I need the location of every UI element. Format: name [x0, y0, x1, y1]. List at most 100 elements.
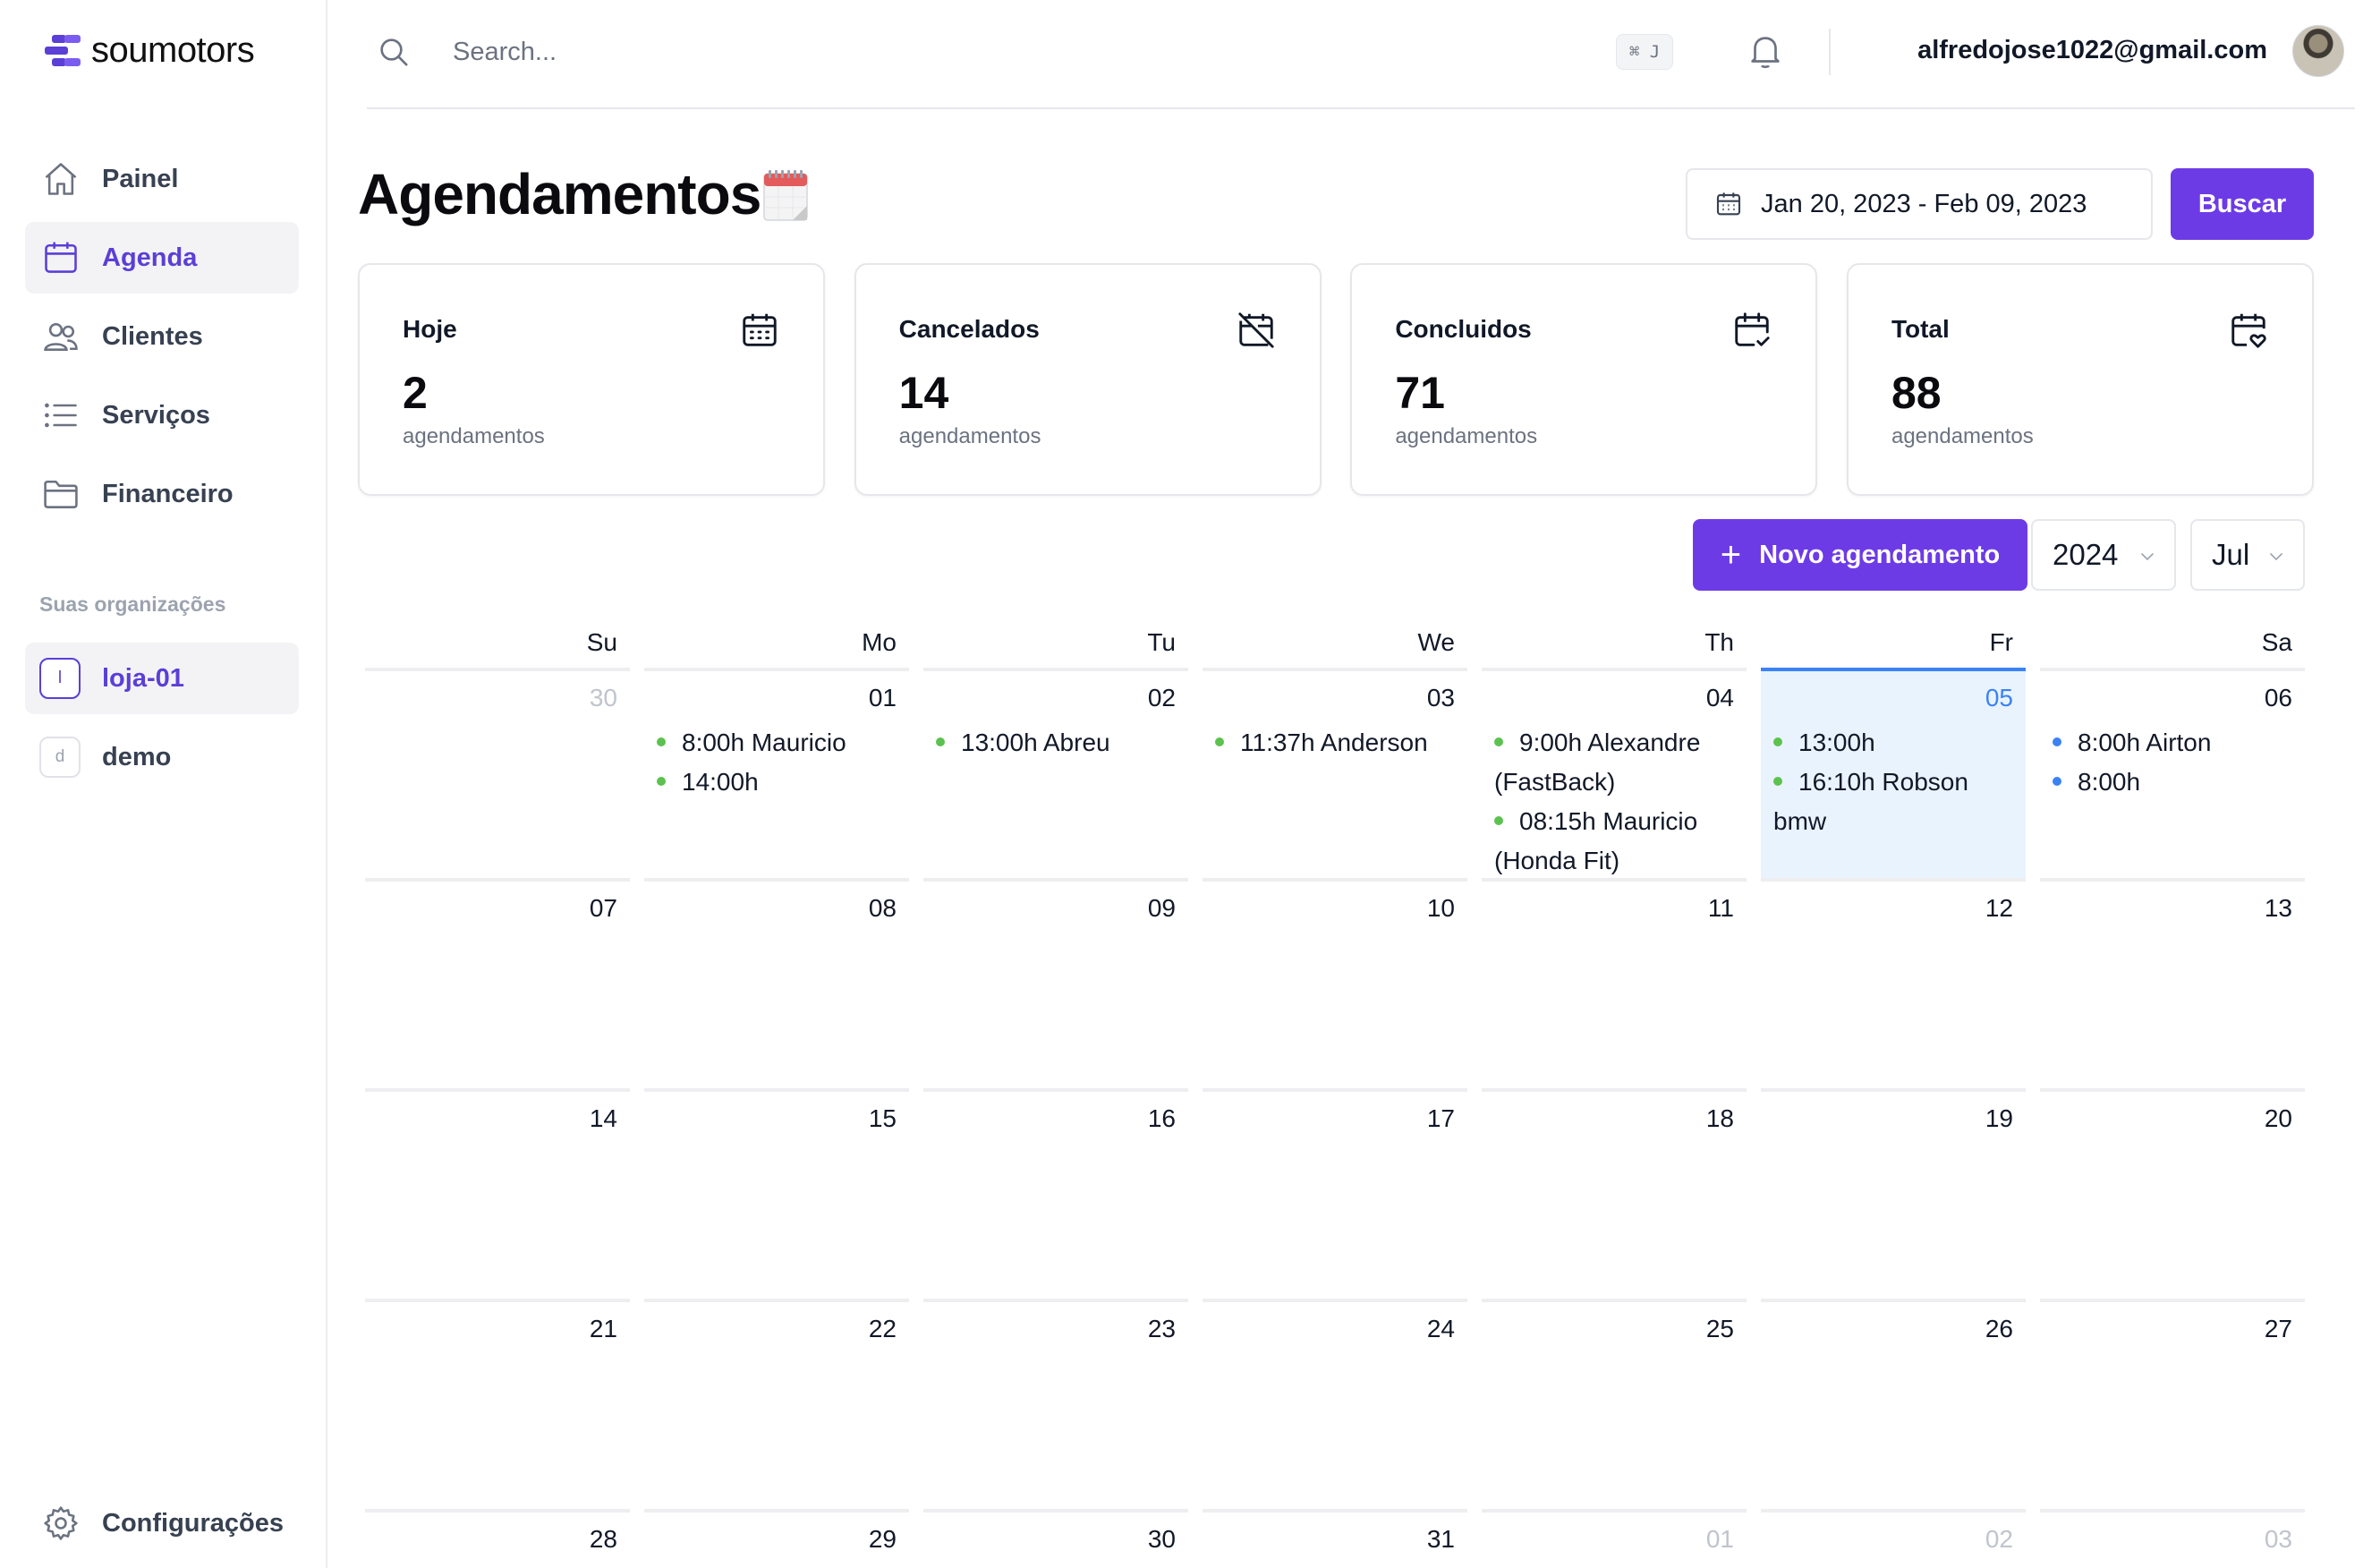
search-button[interactable]: Buscar [2171, 168, 2314, 240]
org-badge: d [39, 737, 81, 778]
calendar-day-cell[interactable]: 02 [1761, 1509, 2026, 1568]
calendar-day-cell[interactable]: 08 [644, 878, 909, 1088]
appointment-event[interactable]: 8:00h Airton [2053, 723, 2292, 763]
calendar-day-cell[interactable]: 07 [365, 878, 630, 1088]
sidebar-item-painel[interactable]: Painel [25, 143, 299, 215]
calendar-check-icon [1731, 310, 1772, 355]
status-dot-icon [657, 776, 666, 786]
status-dot-icon [2053, 737, 2061, 746]
sidebar-item-clientes[interactable]: Clientes [25, 301, 299, 372]
sidebar-item-servicos[interactable]: Serviços [25, 379, 299, 451]
appointment-event[interactable]: 16:10h Robson bmw [1773, 763, 2013, 841]
calendar-emoji-icon [762, 168, 809, 222]
calendar-day-cell[interactable]: 18 [1482, 1088, 1747, 1299]
day-number: 31 [1426, 1525, 1455, 1553]
home-icon [41, 159, 81, 199]
calendar-icon [41, 238, 81, 277]
day-number: 23 [1147, 1315, 1176, 1342]
appointment-text: 16:10h Robson bmw [1773, 768, 1968, 835]
brand-name: soumotors [91, 30, 255, 70]
calendar-day-cell[interactable]: 11 [1482, 878, 1747, 1088]
calendar-day-cell[interactable]: 21 [365, 1299, 630, 1509]
org-label: demo [102, 742, 172, 771]
calendar-day-cell[interactable]: 03 [2040, 1509, 2305, 1568]
calendar-day-cell[interactable]: 27 [2040, 1299, 2305, 1509]
page-title: Agendamentos [358, 162, 761, 226]
status-dot-icon [1773, 776, 1782, 786]
appointment-event[interactable]: 13:00h [1773, 723, 2013, 763]
day-number: 11 [1707, 894, 1734, 922]
avatar[interactable] [2292, 25, 2344, 77]
sidebar-item-label: Clientes [102, 321, 203, 351]
calendar-day-cell[interactable]: 10 [1203, 878, 1467, 1088]
plus-icon: + [1720, 535, 1742, 575]
day-number: 16 [1147, 1104, 1176, 1132]
calendar-day-cell[interactable]: 12 [1761, 878, 2026, 1088]
appointment-event[interactable]: 14:00h [657, 763, 897, 802]
appointment-event[interactable]: 9:00h Alexandre (FastBack) [1494, 723, 1734, 802]
calendar-day-cell[interactable]: 05 13:00h 16:10h Robson bmw [1761, 668, 2026, 878]
appointment-event[interactable]: 08:15h Mauricio (Honda Fit) [1494, 802, 1734, 881]
calendar-day-cell[interactable]: 29 [644, 1509, 909, 1568]
calendar-day-cell[interactable]: 04 9:00h Alexandre (FastBack) 08:15h Mauri… [1482, 668, 1747, 878]
search-input[interactable] [453, 27, 1079, 77]
calendar-day-cell[interactable]: 30 [923, 1509, 1188, 1568]
calendar-day-cell[interactable]: 01 [1482, 1509, 1747, 1568]
calendar-day-cell[interactable]: 23 [923, 1299, 1188, 1509]
calendar-day-cell[interactable]: 30 [365, 668, 630, 878]
sidebar-item-agenda[interactable]: Agenda [25, 222, 299, 294]
day-number: 05 [1985, 684, 2013, 712]
calendar-day-cell[interactable]: 06 8:00h Airton 8:00h [2040, 668, 2305, 878]
day-number: 30 [589, 684, 617, 712]
calendar-day-cell[interactable]: 03 11:37h Anderson [1203, 668, 1467, 878]
calendar-day-cell[interactable]: 14 [365, 1088, 630, 1299]
appointment-text: 08:15h Mauricio (Honda Fit) [1494, 807, 1698, 874]
stat-card-total: Total 88 agendamentos [1846, 263, 2314, 496]
calendar-day-cell[interactable]: 19 [1761, 1088, 2026, 1299]
calendar-day-cell[interactable]: 15 [644, 1088, 909, 1299]
calendar-day-cell[interactable]: 13 [2040, 878, 2305, 1088]
new-appointment-button[interactable]: + Novo agendamento [1693, 519, 2027, 591]
weekday-header: Su Mo Tu We Th Fr Sa [365, 618, 2305, 668]
search-icon[interactable] [376, 34, 412, 74]
user-email[interactable]: alfredojose1022@gmail.com [1917, 36, 2267, 65]
date-range-picker[interactable]: Jan 20, 2023 - Feb 09, 2023 [1686, 168, 2153, 240]
day-number: 20 [2264, 1104, 2292, 1132]
appointment-event[interactable]: 11:37h Anderson [1215, 723, 1455, 763]
calendar-day-cell[interactable]: 01 8:00h Mauricio 14:00h [644, 668, 909, 878]
day-number: 18 [1705, 1104, 1734, 1132]
brand-logo[interactable]: soumotors [45, 30, 255, 71]
day-number: 25 [1705, 1315, 1734, 1342]
calendar-day-cell[interactable]: 28 [365, 1509, 630, 1568]
year-select[interactable]: 2024 [2031, 519, 2176, 591]
day-number: 26 [1985, 1315, 2013, 1342]
appointment-event[interactable]: 8:00h [2053, 763, 2292, 802]
appointment-event[interactable]: 13:00h Abreu [936, 723, 1176, 763]
month-select[interactable]: Jul [2190, 519, 2305, 591]
status-dot-icon [2053, 776, 2061, 786]
org-item-loja-01[interactable]: l loja-01 [25, 643, 299, 714]
calendar-day-cell[interactable]: 24 [1203, 1299, 1467, 1509]
weekday-label: Sa [2261, 628, 2292, 656]
calendar-day-cell[interactable]: 31 [1203, 1509, 1467, 1568]
sidebar-item-label: Financeiro [102, 479, 234, 508]
calendar-day-cell[interactable]: 16 [923, 1088, 1188, 1299]
sidebar-item-financeiro[interactable]: Financeiro [25, 458, 299, 530]
calendar-day-cell[interactable]: 25 [1482, 1299, 1747, 1509]
calendar-day-cell[interactable]: 09 [923, 878, 1188, 1088]
appointment-event[interactable]: 8:00h Mauricio [657, 723, 897, 763]
gear-icon [41, 1504, 81, 1543]
calendar-day-cell[interactable]: 26 [1761, 1299, 2026, 1509]
stat-label: Total [1891, 315, 1950, 343]
calendar-day-cell[interactable]: 20 [2040, 1088, 2305, 1299]
stat-subtitle: agendamentos [1395, 424, 1538, 448]
notification-bell-icon[interactable] [1745, 30, 1786, 76]
calendar-day-cell[interactable]: 17 [1203, 1088, 1467, 1299]
day-number: 13 [2264, 894, 2292, 922]
calendar-day-cell[interactable]: 22 [644, 1299, 909, 1509]
settings-link[interactable]: Configurações [41, 1504, 284, 1543]
appointment-text: 11:37h Anderson [1240, 729, 1428, 756]
folder-icon [41, 474, 81, 514]
calendar-day-cell[interactable]: 02 13:00h Abreu [923, 668, 1188, 878]
org-item-demo[interactable]: d demo [25, 721, 299, 793]
